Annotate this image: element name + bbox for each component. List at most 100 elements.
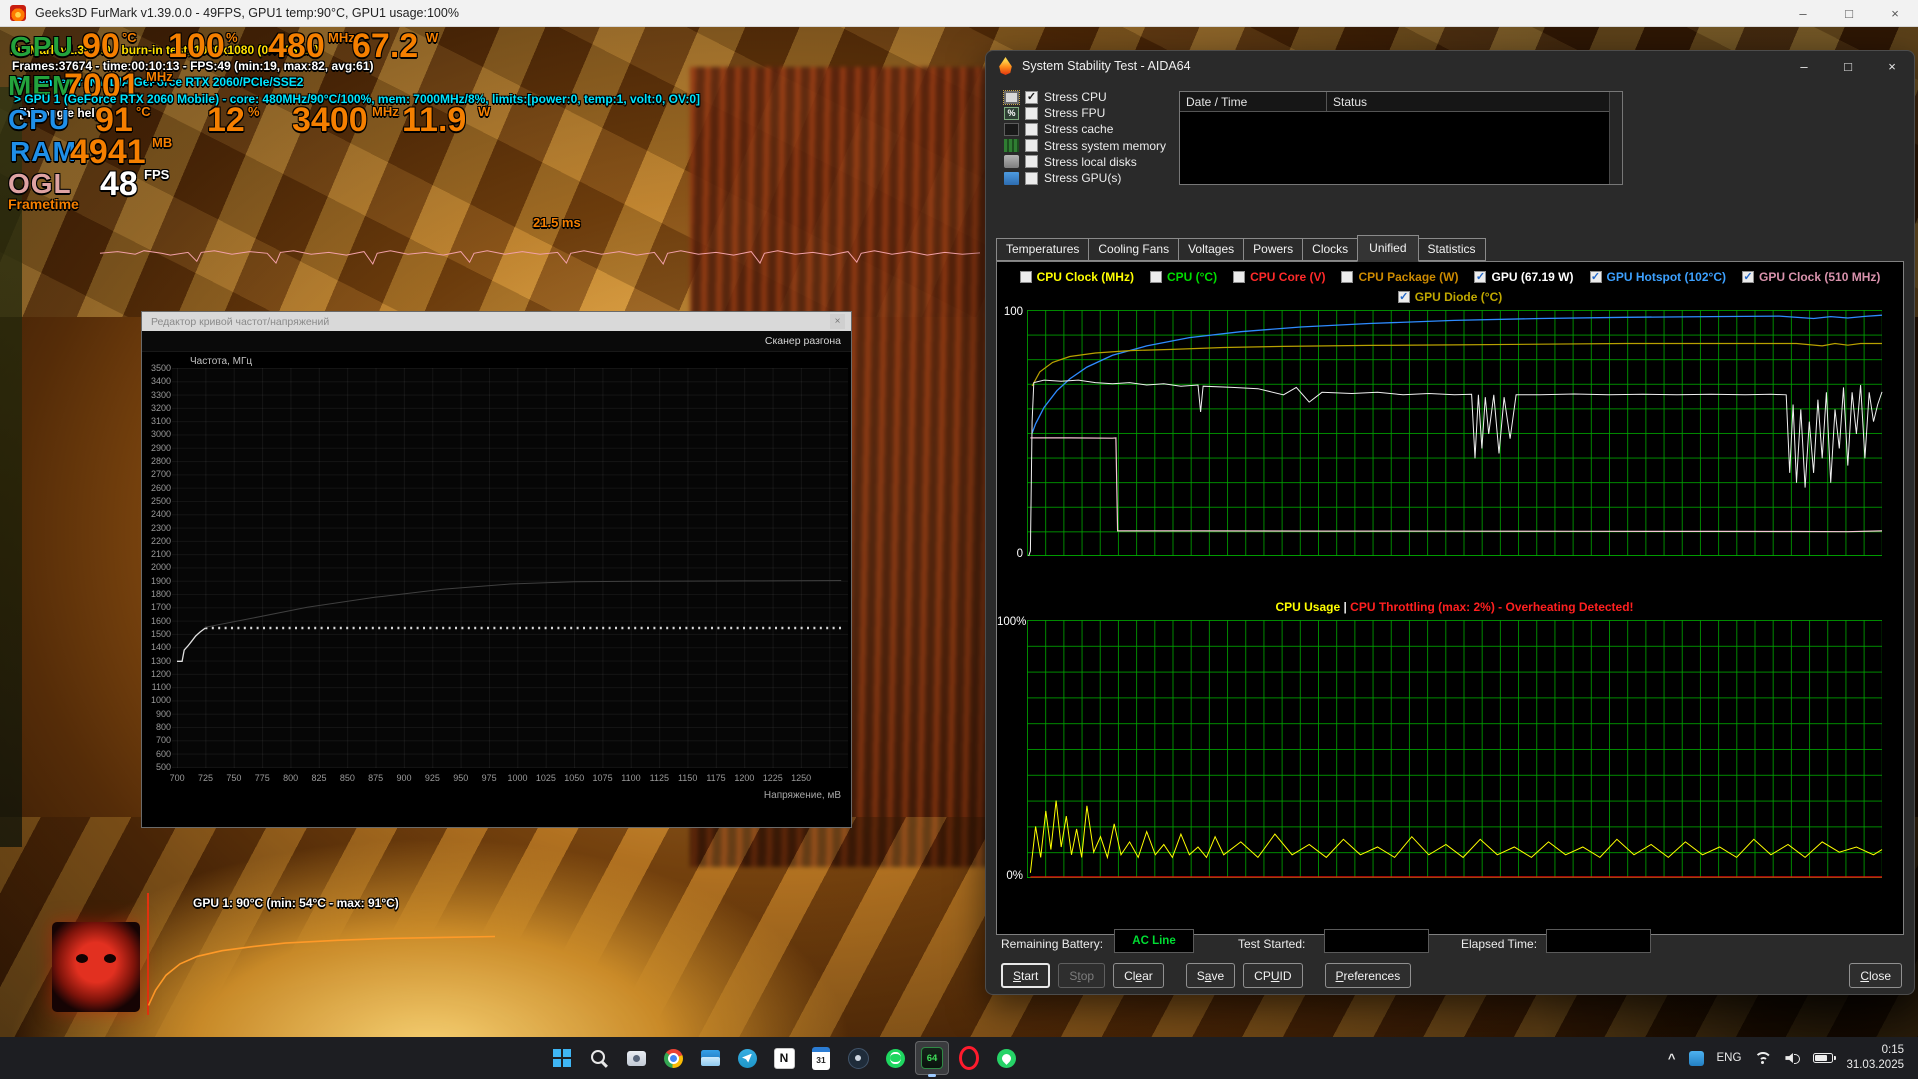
notion-button[interactable]: N <box>767 1041 801 1075</box>
clock[interactable]: 0:15 31.03.2025 <box>1846 1043 1904 1073</box>
stress-option-label: Stress local disks <box>1044 154 1137 169</box>
tick-label: 3000 <box>150 429 171 440</box>
checkbox[interactable] <box>1025 171 1038 185</box>
maximize-button[interactable]: □ <box>1826 51 1870 81</box>
tick-label: 1300 <box>150 655 171 666</box>
column-header-status[interactable]: Status <box>1327 92 1373 111</box>
checkbox[interactable] <box>1025 106 1038 120</box>
maximize-button[interactable]: □ <box>1826 0 1872 27</box>
aida64-titlebar[interactable]: System Stability Test - AIDA64 – □ × <box>986 51 1914 81</box>
opera-button[interactable] <box>952 1041 986 1075</box>
curve-plot-area[interactable] <box>172 368 848 768</box>
tab[interactable]: Cooling Fans <box>1088 238 1180 261</box>
tray-app-icon[interactable] <box>1688 1050 1704 1066</box>
legend-item[interactable]: CPU (°C) <box>1149 270 1217 284</box>
close-button[interactable]: × <box>1872 0 1918 27</box>
app-icon <box>847 1047 869 1069</box>
tray-chevron-icon[interactable]: ^ <box>1668 1051 1676 1066</box>
chrome-button[interactable] <box>656 1041 690 1075</box>
app-dark-button[interactable] <box>841 1041 875 1075</box>
legend-item[interactable]: GPU Clock (510 MHz) <box>1742 270 1880 284</box>
wifi-icon[interactable] <box>1754 1051 1772 1065</box>
legend-item[interactable]: GPU Diode (°C) <box>1397 290 1502 304</box>
checkbox[interactable] <box>1474 271 1487 283</box>
tick-label: 2000 <box>150 562 171 573</box>
legend-item[interactable]: CPU Clock (MHz) <box>1019 270 1134 284</box>
stress-option-label: Stress cache <box>1044 122 1114 137</box>
explorer-button[interactable] <box>693 1041 727 1075</box>
icon-glyph: N <box>779 1051 789 1065</box>
close-button[interactable]: × <box>1870 51 1914 81</box>
taskbar-center: N 31 64 <box>545 1041 1023 1077</box>
close-icon[interactable]: × <box>830 314 845 329</box>
legend-item[interactable]: CPU Package (W) <box>1341 270 1458 284</box>
stress-option[interactable]: Stress cache <box>1004 121 1166 137</box>
battery-icon[interactable] <box>1813 1053 1837 1063</box>
search-button[interactable] <box>582 1041 616 1075</box>
aida-button[interactable]: Stop <box>1058 963 1106 988</box>
language-indicator[interactable]: ENG <box>1717 1052 1742 1064</box>
tab[interactable]: Unified <box>1357 235 1419 262</box>
tick-label: 2500 <box>150 495 171 506</box>
checkbox[interactable] <box>1025 122 1038 136</box>
screen: Geeks3D FurMark v1.39.0.0 - 49FPS, GPU1 … <box>0 0 1918 1079</box>
checkbox[interactable] <box>1589 271 1602 283</box>
tab[interactable]: Statistics <box>1417 238 1486 261</box>
checkbox[interactable] <box>1233 271 1246 283</box>
volume-icon[interactable] <box>1785 1052 1801 1065</box>
osd-gpu-usage-unit: % <box>226 30 238 45</box>
checkbox[interactable] <box>1019 271 1032 283</box>
osd-mem-unit: MHz <box>146 69 173 84</box>
cpu-right-labels: 11%0% <box>1027 620 1882 877</box>
stress-option[interactable]: Stress FPU <box>1004 105 1166 121</box>
tab[interactable]: Powers <box>1243 238 1304 261</box>
legend-item[interactable]: GPU Hotspot (102°C) <box>1589 270 1726 284</box>
tick-label: 825 <box>311 773 327 783</box>
osd-gpu-power: 67.2 <box>352 27 419 65</box>
checkbox[interactable] <box>1025 155 1038 169</box>
stress-option[interactable]: Stress local disks <box>1004 154 1166 170</box>
aida-button[interactable]: CPUID <box>1243 963 1303 988</box>
button-label: Preferences <box>1335 968 1401 983</box>
unified-right-labels: 1029067.19510 <box>1027 310 1882 555</box>
checkbox[interactable] <box>1149 271 1162 283</box>
minimize-button[interactable]: – <box>1780 0 1826 27</box>
osd-gpu-temp-unit: °C <box>122 30 137 45</box>
column-header-date-time[interactable]: Date / Time <box>1180 92 1327 111</box>
stress-option[interactable]: Stress CPU <box>1003 89 1166 105</box>
osd-cpu-temp: 91 <box>95 101 133 139</box>
aida-button[interactable]: Start <box>1001 963 1051 988</box>
calendar-button[interactable]: 31 <box>804 1041 838 1075</box>
app-icon <box>699 1047 721 1069</box>
test-log-list[interactable]: Date / Time Status <box>1179 91 1623 185</box>
stress-option[interactable]: Stress GPU(s) <box>1004 170 1166 186</box>
stress-option[interactable]: Stress system memory <box>1004 138 1166 154</box>
unified-graph-panel: CPU Clock (MHz) CPU (°C) CPU Core (V) CP… <box>996 261 1904 935</box>
spotify-button[interactable] <box>878 1041 912 1075</box>
whatsapp-button[interactable] <box>989 1041 1023 1075</box>
curve-editor-titlebar[interactable]: Редактор кривой частот/напряжений × <box>142 312 851 331</box>
scrollbar[interactable] <box>1609 92 1622 184</box>
aida-button[interactable]: Save <box>1185 963 1236 988</box>
tab[interactable]: Clocks <box>1302 238 1359 261</box>
aida-button[interactable]: Preferences <box>1324 963 1412 988</box>
minimize-button[interactable]: – <box>1782 51 1826 81</box>
tab[interactable]: Temperatures <box>996 238 1090 261</box>
checkbox[interactable] <box>1742 271 1754 283</box>
legend-item[interactable]: CPU Core (V) <box>1233 270 1325 284</box>
aida-button[interactable]: Clear <box>1113 963 1164 988</box>
tab[interactable]: Voltages <box>1178 238 1245 261</box>
tick-label: 1600 <box>150 615 171 626</box>
legend-item[interactable]: GPU (67.19 W) <box>1474 270 1574 284</box>
overclock-scanner-label[interactable]: Сканер разгона <box>765 335 841 347</box>
app-light-button[interactable] <box>619 1041 653 1075</box>
telegram-button[interactable] <box>730 1041 764 1075</box>
start-button[interactable] <box>545 1041 579 1075</box>
osd-frametime-value: 21.5 ms <box>533 215 581 230</box>
checkbox[interactable] <box>1397 291 1410 303</box>
checkbox[interactable] <box>1025 90 1038 104</box>
checkbox[interactable] <box>1025 139 1038 153</box>
checkbox[interactable] <box>1341 271 1354 283</box>
close-button[interactable]: Close <box>1849 963 1902 988</box>
aida64-button[interactable]: 64 <box>915 1041 949 1077</box>
